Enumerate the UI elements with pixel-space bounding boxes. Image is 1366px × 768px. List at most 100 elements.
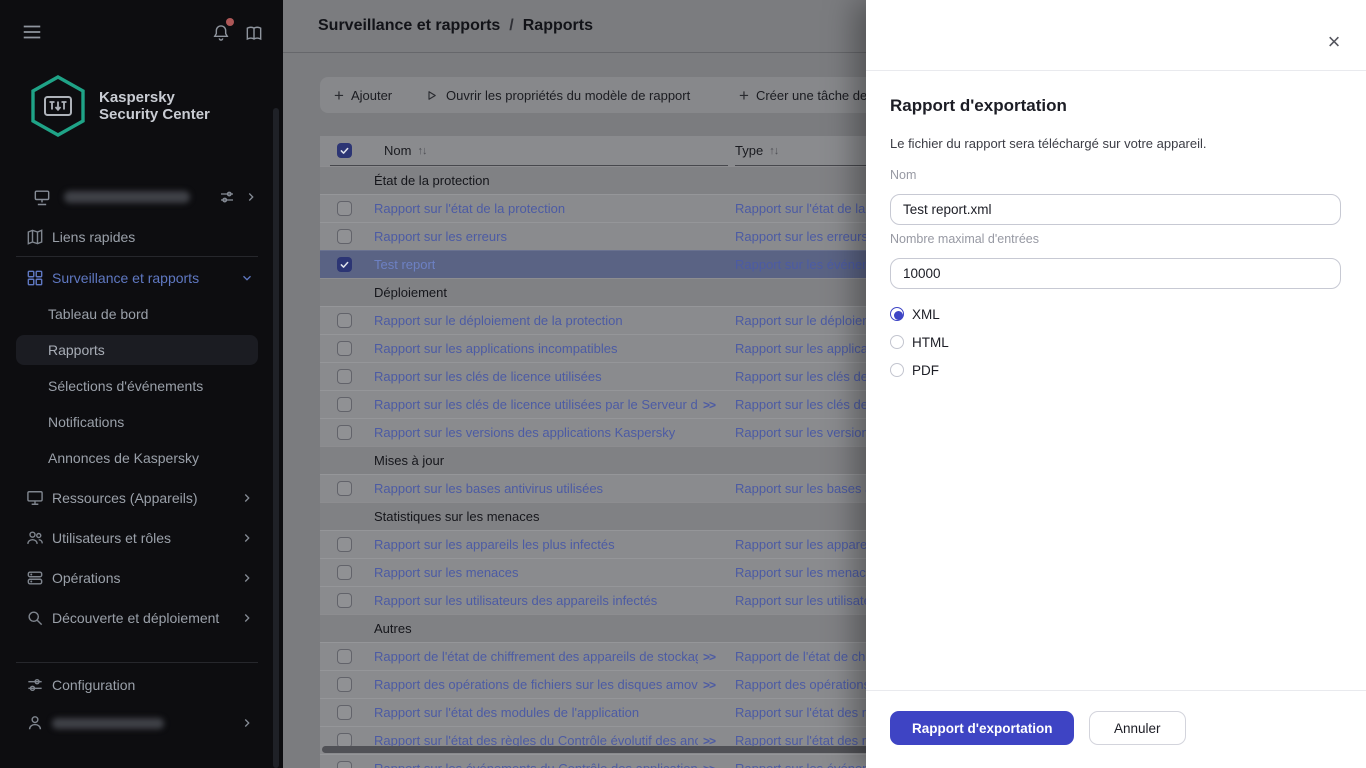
help-book-icon[interactable] [242, 22, 266, 46]
max-entries-input[interactable] [890, 258, 1341, 289]
group-label: État de la protection [374, 173, 490, 188]
sliders-icon [25, 675, 45, 695]
dialog-footer-divider [866, 690, 1366, 691]
report-link[interactable]: Rapport sur l'état de la protection [374, 201, 565, 216]
chevron-right-icon [240, 716, 254, 730]
kaspersky-security-center-app: Kaspersky Security Center Liens rapides [0, 0, 1366, 768]
monitor-icon [25, 488, 45, 508]
report-link[interactable]: Rapport sur les bases antivirus utilisée… [374, 481, 603, 496]
open-report-template-properties-button[interactable]: Ouvrir les propriétés du modèle de rappo… [424, 77, 690, 113]
report-link[interactable]: Rapport sur les clés de licence utilisée… [374, 369, 602, 384]
report-link[interactable]: Rapport sur les événements du Contrôle d… [374, 761, 698, 768]
sort-icon[interactable]: ↑↓ [417, 145, 427, 157]
chevron-right-icon [240, 571, 254, 585]
row-checkbox[interactable] [337, 705, 352, 720]
sidebar-item-label: Utilisateurs et rôles [52, 530, 172, 546]
select-all-checkbox[interactable] [337, 143, 352, 158]
plus-icon: + [334, 85, 344, 105]
play-icon [424, 88, 439, 103]
breadcrumb-surveillance[interactable]: Surveillance et rapports [318, 17, 500, 35]
toolbar-button-label: Ajouter [350, 87, 393, 103]
sort-icon[interactable]: ↑↓ [769, 145, 779, 157]
sidebar-item-label: Rapports [48, 342, 105, 358]
radio-selected-icon [890, 307, 904, 321]
export-report-button[interactable]: Rapport d'exportation [890, 711, 1075, 745]
cancel-button[interactable]: Annuler [1089, 711, 1186, 745]
expand-name-link[interactable]: >> [703, 650, 716, 664]
kaspersky-hexagon-icon [31, 75, 85, 137]
row-checkbox[interactable] [337, 593, 352, 608]
row-checkbox[interactable] [337, 229, 352, 244]
expand-name-link[interactable]: >> [703, 398, 716, 412]
row-checkbox[interactable] [337, 537, 352, 552]
report-link[interactable]: Rapport des opérations de fichiers sur l… [374, 677, 698, 692]
report-link[interactable]: Rapport de l'état de chiffrement des app… [374, 649, 698, 664]
radio-unselected-icon [890, 335, 904, 349]
row-checkbox[interactable] [337, 397, 352, 412]
sidebar-item-label: Sélections d'événements [48, 378, 204, 394]
row-checkbox[interactable] [337, 649, 352, 664]
sidebar-item-label: Surveillance et rapports [52, 270, 200, 286]
operations-stack-icon [25, 568, 45, 588]
plus-icon: + [739, 85, 749, 105]
add-report-button[interactable]: + Ajouter [334, 77, 392, 113]
sidebar-item-operations[interactable]: Opérations [16, 558, 258, 598]
notifications-bell-icon[interactable] [209, 18, 234, 45]
chevron-right-icon [240, 611, 254, 625]
sidebar-item-notifications[interactable]: Notifications [16, 402, 258, 442]
chevron-right-icon [240, 531, 254, 545]
report-link[interactable]: Rapport sur les versions des application… [374, 425, 675, 440]
export-filename-input[interactable] [890, 194, 1341, 225]
sidebar-item-tableau-de-bord[interactable]: Tableau de bord [16, 294, 258, 334]
report-link[interactable]: Rapport sur les erreurs [374, 229, 507, 244]
format-radio-html[interactable]: HTML [890, 328, 949, 356]
sidebar-item-liens-rapides[interactable]: Liens rapides [16, 217, 258, 257]
report-link[interactable]: Rapport sur les clés de licence utilisée… [374, 397, 698, 412]
report-link[interactable]: Rapport sur le déploiement de la protect… [374, 313, 623, 328]
row-checkbox[interactable] [337, 313, 352, 328]
report-link[interactable]: Rapport sur les utilisateurs des apparei… [374, 593, 657, 608]
hamburger-menu-icon[interactable] [20, 20, 44, 44]
expand-name-link[interactable]: >> [703, 678, 716, 692]
sidebar-item-decouverte-deploiement[interactable]: Découverte et déploiement [16, 598, 258, 638]
row-checkbox[interactable] [337, 761, 352, 768]
sidebar-item-user-account[interactable] [16, 703, 258, 743]
sidebar-scrollbar[interactable] [273, 108, 279, 768]
row-checkbox[interactable] [337, 677, 352, 692]
server-selector[interactable] [16, 180, 258, 214]
row-checkbox[interactable] [337, 565, 352, 580]
row-checkbox[interactable] [337, 201, 352, 216]
report-link[interactable]: Rapport sur les applications incompatibl… [374, 341, 618, 356]
format-radio-xml[interactable]: XML [890, 300, 940, 328]
sidebar-item-annonces-kaspersky[interactable]: Annonces de Kaspersky [16, 438, 258, 478]
row-checkbox[interactable] [337, 341, 352, 356]
sidebar-item-ressources[interactable]: Ressources (Appareils) [16, 478, 258, 518]
report-link[interactable]: Test report [374, 257, 435, 272]
close-icon[interactable]: × [1318, 26, 1350, 58]
sidebar-item-rapports[interactable]: Rapports [16, 335, 258, 365]
report-link[interactable]: Rapport sur les menaces [374, 565, 519, 580]
report-link[interactable]: Rapport sur l'état des modules de l'appl… [374, 705, 639, 720]
expand-name-link[interactable]: >> [703, 762, 716, 768]
row-checkbox[interactable] [337, 257, 352, 272]
row-checkbox[interactable] [337, 425, 352, 440]
chevron-right-icon [240, 491, 254, 505]
group-label: Statistiques sur les menaces [374, 509, 540, 524]
breadcrumb-rapports: Rapports [522, 17, 593, 34]
format-radio-pdf[interactable]: PDF [890, 356, 939, 384]
sidebar-item-label: Configuration [52, 677, 136, 693]
row-checkbox[interactable] [337, 369, 352, 384]
sidebar-item-surveillance-et-rapports[interactable]: Surveillance et rapports [16, 258, 258, 298]
report-link[interactable]: Rapport sur les appareils les plus infec… [374, 537, 615, 552]
dialog-header-divider [866, 70, 1366, 71]
sidebar-item-utilisateurs-roles[interactable]: Utilisateurs et rôles [16, 518, 258, 558]
sidebar-item-configuration[interactable]: Configuration [16, 665, 258, 705]
server-settings-icon[interactable] [218, 188, 236, 206]
sidebar-item-label: Liens rapides [52, 229, 136, 245]
row-checkbox[interactable] [337, 481, 352, 496]
column-header-nom[interactable]: Nom [384, 143, 411, 158]
sidebar-item-selections-evenements[interactable]: Sélections d'événements [16, 366, 258, 406]
sidebar-item-label: Notifications [48, 414, 125, 430]
column-header-type[interactable]: Type [735, 143, 763, 158]
server-icon [32, 187, 52, 207]
